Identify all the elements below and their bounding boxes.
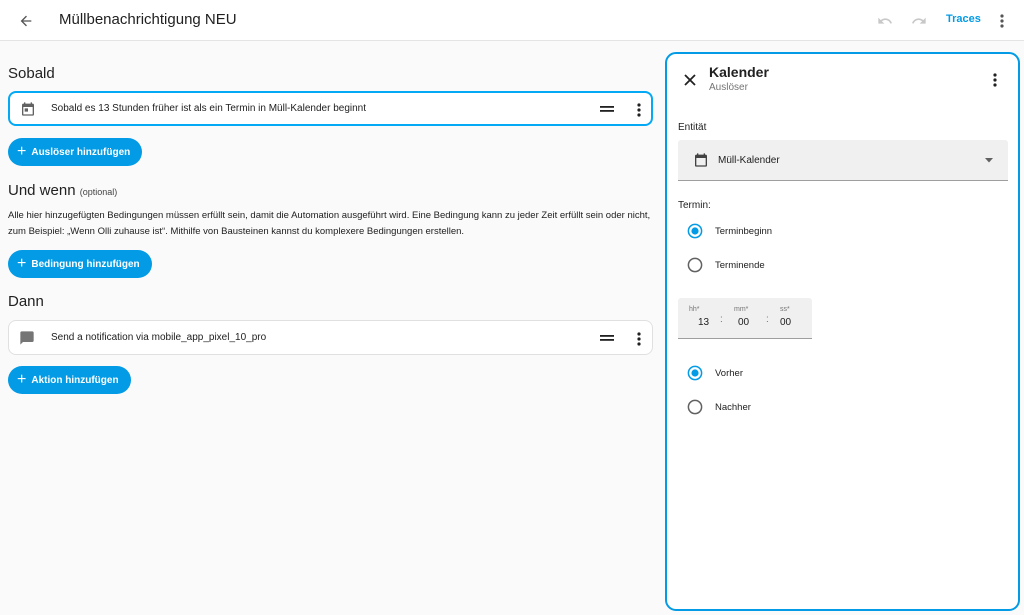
trigger-card[interactable]: Sobald es 13 Stunden früher ist als ein … bbox=[8, 91, 653, 126]
close-icon[interactable] bbox=[680, 70, 700, 90]
conditions-heading: Und wenn (optional) bbox=[8, 182, 117, 199]
seconds-value: 00 bbox=[780, 317, 792, 328]
panel-subtitle: Auslöser bbox=[709, 82, 748, 93]
separator: : bbox=[720, 314, 723, 325]
action-menu-icon[interactable] bbox=[632, 330, 646, 348]
plus-icon: + bbox=[17, 143, 27, 160]
add-action-button[interactable]: + Aktion hinzufügen bbox=[8, 366, 131, 394]
minutes-field[interactable]: mm* 00 bbox=[734, 298, 768, 338]
action-description: Send a notification via mobile_app_pixel… bbox=[51, 332, 267, 343]
event-label: Termin: bbox=[678, 200, 711, 211]
actions-heading: Dann bbox=[8, 293, 44, 310]
separator: : bbox=[766, 314, 769, 325]
add-condition-label: Bedingung hinzufügen bbox=[31, 258, 140, 270]
redo-icon[interactable] bbox=[908, 11, 930, 31]
plus-icon: + bbox=[17, 371, 27, 388]
add-trigger-button[interactable]: + Auslöser hinzufügen bbox=[8, 138, 143, 166]
radio-after-label: Nachher bbox=[715, 402, 751, 413]
radio-event-start[interactable] bbox=[687, 223, 703, 239]
radio-event-end[interactable] bbox=[687, 257, 703, 273]
trigger-description: Sobald es 13 Stunden früher ist als ein … bbox=[51, 103, 366, 114]
entity-value: Müll-Kalender bbox=[718, 155, 780, 166]
radio-event-start-label: Terminbeginn bbox=[715, 226, 773, 237]
menu-down-icon bbox=[984, 156, 994, 164]
triggers-heading: Sobald bbox=[8, 65, 55, 82]
action-card[interactable]: Send a notification via mobile_app_pixel… bbox=[8, 320, 653, 355]
overflow-menu-icon[interactable] bbox=[992, 10, 1012, 32]
trigger-editor-panel: Kalender Auslöser Entität Müll-Kalender … bbox=[665, 52, 1020, 611]
offset-duration-input: hh* 13 : mm* 00 : ss* 00 bbox=[678, 298, 812, 339]
seconds-field[interactable]: ss* 00 bbox=[780, 298, 814, 338]
seconds-label: ss* bbox=[780, 306, 790, 313]
conditions-description: Alle hier hinzugefügten Bedingungen müss… bbox=[8, 210, 651, 237]
optional-label: (optional) bbox=[79, 187, 118, 197]
hours-label: hh* bbox=[689, 306, 700, 313]
plus-icon: + bbox=[17, 255, 27, 272]
undo-icon[interactable] bbox=[874, 11, 896, 31]
app-header: Müllbenachrichtigung NEU Traces bbox=[0, 0, 1024, 41]
traces-button[interactable]: Traces bbox=[946, 13, 981, 25]
entity-select[interactable]: Müll-Kalender bbox=[678, 140, 1008, 181]
add-condition-button[interactable]: + Bedingung hinzufügen bbox=[8, 250, 152, 278]
add-action-label: Aktion hinzufügen bbox=[31, 374, 119, 386]
trigger-menu-icon[interactable] bbox=[632, 101, 646, 119]
page-title: Müllbenachrichtigung NEU bbox=[59, 11, 237, 28]
message-icon bbox=[18, 329, 36, 347]
drag-handle-icon[interactable] bbox=[600, 331, 614, 345]
back-arrow-icon[interactable] bbox=[14, 9, 38, 33]
radio-after[interactable] bbox=[687, 399, 703, 415]
minutes-label: mm* bbox=[734, 306, 749, 313]
calendar-icon bbox=[19, 100, 37, 118]
conditions-title: Und wenn bbox=[8, 182, 76, 199]
calendar-icon bbox=[692, 151, 710, 169]
radio-before-label: Vorher bbox=[715, 368, 743, 379]
add-trigger-label: Auslöser hinzufügen bbox=[31, 146, 131, 158]
hours-value: 13 bbox=[698, 317, 710, 328]
radio-event-end-label: Terminende bbox=[715, 260, 765, 271]
drag-handle-icon[interactable] bbox=[600, 102, 614, 116]
entity-label: Entität bbox=[678, 122, 707, 133]
hours-field[interactable]: hh* 13 bbox=[689, 298, 723, 338]
panel-menu-icon[interactable] bbox=[987, 69, 1003, 91]
panel-title: Kalender bbox=[709, 64, 769, 80]
radio-before[interactable] bbox=[687, 365, 703, 381]
